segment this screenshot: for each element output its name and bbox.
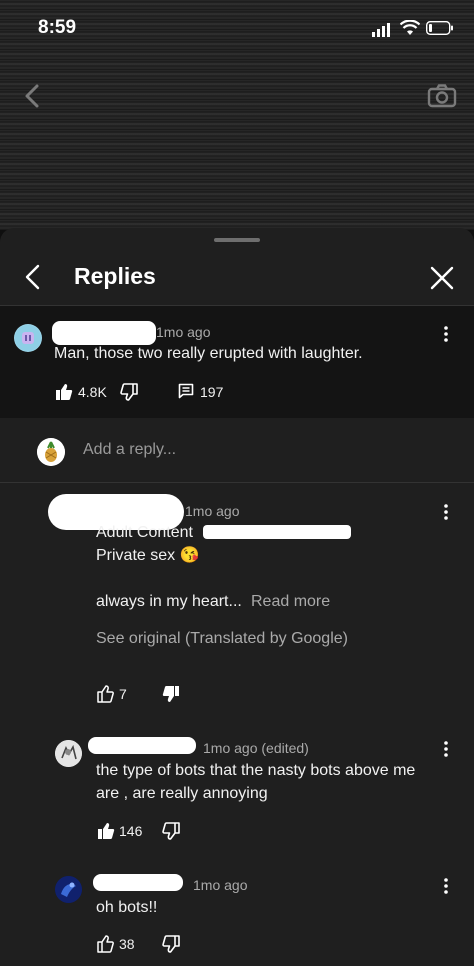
redacted-link bbox=[203, 525, 351, 539]
like-icon[interactable] bbox=[55, 383, 73, 401]
back-icon[interactable] bbox=[20, 82, 46, 110]
dislike-icon[interactable] bbox=[162, 935, 180, 953]
like-count: 146 bbox=[119, 823, 143, 839]
avatar-graphic-icon bbox=[55, 876, 82, 903]
like-count: 38 bbox=[119, 936, 135, 952]
battery-icon bbox=[426, 21, 453, 35]
avatar[interactable] bbox=[14, 324, 42, 352]
close-icon[interactable] bbox=[428, 264, 456, 292]
user-avatar bbox=[37, 438, 65, 466]
status-time: 8:59 bbox=[38, 17, 77, 38]
redacted-username bbox=[93, 874, 183, 891]
more-icon[interactable] bbox=[443, 878, 449, 894]
camera-icon[interactable] bbox=[427, 84, 457, 108]
replies-icon[interactable] bbox=[178, 383, 194, 399]
reply-text-line: the type of bots that the nasty bots abo… bbox=[96, 762, 416, 779]
pineapple-icon bbox=[37, 438, 65, 466]
dislike-icon[interactable] bbox=[120, 383, 138, 401]
like-count: 4.8K bbox=[78, 384, 107, 400]
reply-time: 1mo ago bbox=[193, 877, 248, 893]
redacted-username bbox=[52, 321, 156, 345]
avatar[interactable] bbox=[55, 740, 82, 767]
redacted-username bbox=[88, 737, 196, 754]
more-icon[interactable] bbox=[443, 326, 449, 342]
reply-text-line: Adult Content bbox=[96, 524, 193, 541]
avatar[interactable] bbox=[55, 876, 82, 903]
see-original-link[interactable]: See original (Translated by Google) bbox=[96, 628, 348, 650]
reply-text-line: are , are really annoying bbox=[96, 785, 268, 802]
avatar-graphic-icon bbox=[15, 325, 41, 351]
reply-count[interactable]: 197 bbox=[200, 384, 223, 400]
drag-handle[interactable] bbox=[214, 238, 260, 242]
add-reply-input[interactable]: Add a reply... bbox=[83, 441, 176, 459]
comment-time: 1mo ago bbox=[156, 324, 211, 340]
signal-icon bbox=[372, 23, 390, 37]
reply-time: 1mo ago (edited) bbox=[203, 740, 309, 756]
dislike-icon[interactable] bbox=[162, 822, 180, 840]
back-icon[interactable] bbox=[20, 262, 46, 292]
like-icon[interactable] bbox=[97, 685, 115, 703]
divider bbox=[0, 482, 474, 483]
like-icon[interactable] bbox=[97, 935, 115, 953]
like-icon[interactable] bbox=[97, 822, 115, 840]
reply-text-line: always in my heart... bbox=[96, 593, 242, 610]
comment-text: Man, those two really erupted with laugh… bbox=[54, 345, 363, 362]
dislike-icon[interactable] bbox=[162, 685, 180, 703]
more-icon[interactable] bbox=[443, 741, 449, 757]
reply-text-line: Private sex 😘 bbox=[96, 547, 200, 564]
like-count: 7 bbox=[119, 686, 127, 702]
read-more-link[interactable]: Read more bbox=[251, 591, 330, 613]
more-icon[interactable] bbox=[443, 504, 449, 520]
reply-time: 1mo ago bbox=[185, 503, 240, 519]
avatar-graphic-icon bbox=[55, 740, 82, 767]
reply-text-line: oh bots!! bbox=[96, 899, 158, 916]
reply-input-row bbox=[0, 420, 474, 482]
sheet-title: Replies bbox=[74, 263, 156, 289]
wifi-icon bbox=[400, 20, 420, 35]
